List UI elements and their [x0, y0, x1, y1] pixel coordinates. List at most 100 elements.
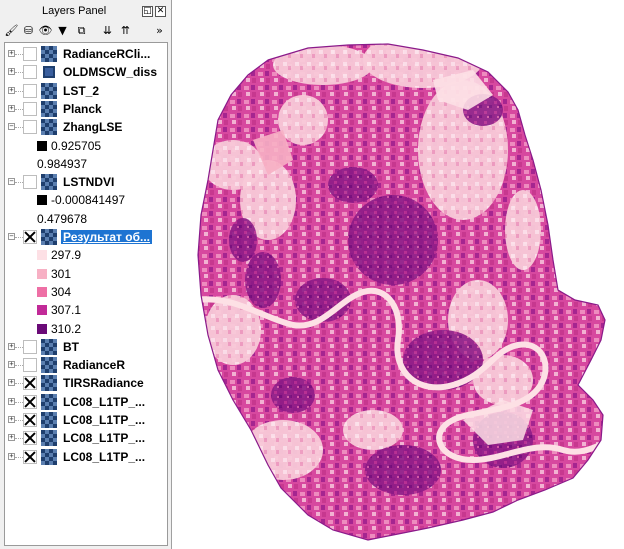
layer-name[interactable]: LC08_L1TP_...: [63, 431, 145, 445]
expand-toggle-icon[interactable]: +: [8, 397, 15, 405]
layer-visibility-checkbox[interactable]: [23, 339, 37, 354]
layer-visibility-checkbox[interactable]: [23, 175, 37, 190]
layer-name[interactable]: BT: [63, 340, 79, 354]
filter-legend-icon[interactable]: ⧉: [74, 23, 89, 38]
hot-area: [365, 445, 441, 495]
layer-visibility-checkbox[interactable]: [23, 394, 37, 409]
legend-item: -0.000841497: [5, 191, 167, 209]
layer-name[interactable]: RadianceRCli...: [63, 47, 150, 61]
expand-toggle-icon[interactable]: +: [8, 379, 15, 387]
layer-visibility-checkbox[interactable]: [23, 449, 37, 464]
layer-visibility-checkbox[interactable]: [23, 65, 37, 80]
more-icon[interactable]: »: [152, 23, 167, 38]
legend-swatch: [37, 195, 47, 206]
legend-item: 0.479678: [5, 210, 167, 228]
raster-layer-icon: [41, 393, 57, 410]
layer-visibility-checkbox[interactable]: [23, 431, 37, 446]
collapse-all-icon[interactable]: ⇈: [118, 23, 133, 38]
hot-area: [348, 195, 438, 285]
layer-name[interactable]: LSTNDVI: [63, 175, 114, 189]
layer-name[interactable]: RadianceR: [63, 358, 125, 372]
layer-name[interactable]: LC08_L1TP_...: [63, 450, 145, 464]
layer-name[interactable]: LST_2: [63, 84, 99, 98]
raster-layer-icon: [41, 229, 57, 245]
raster-layer-icon: [41, 119, 57, 136]
expand-all-icon[interactable]: ⇊: [100, 23, 115, 38]
layer-visibility-checkbox[interactable]: [23, 83, 37, 98]
expand-toggle-icon[interactable]: +: [8, 452, 15, 460]
layer-name[interactable]: LC08_L1TP_...: [63, 395, 145, 409]
legend-swatch: [37, 250, 47, 261]
cool-area: [203, 140, 263, 190]
layer-tree[interactable]: + RadianceRCli... + OLDMSCW_diss + LST_2 + Plan…: [4, 42, 168, 546]
legend-item: 304: [5, 283, 167, 301]
layer-row[interactable]: + OLDMSCW_diss: [5, 63, 167, 81]
layer-name[interactable]: Результат об...: [61, 230, 153, 244]
layer-visibility-checkbox[interactable]: [23, 120, 37, 135]
layer-visibility-checkbox[interactable]: [23, 358, 37, 373]
paint-brush-icon[interactable]: 🖌: [4, 23, 19, 38]
legend-label: 304: [51, 284, 72, 299]
legend-item: 0.925705: [5, 137, 167, 155]
layer-row[interactable]: + TIRSRadiance: [5, 374, 167, 392]
expand-toggle-icon[interactable]: +: [8, 361, 15, 369]
expand-toggle-icon[interactable]: +: [8, 416, 15, 423]
layer-visibility-checkbox[interactable]: [23, 101, 37, 116]
layers-toolbar: 🖌 ⛁ 👁 ▼ ⧉ ⇊ ⇈ »: [4, 22, 169, 40]
layer-visibility-checkbox[interactable]: [23, 47, 37, 61]
expand-toggle-icon[interactable]: +: [8, 50, 15, 57]
expand-toggle-icon[interactable]: +: [8, 434, 15, 442]
layer-row[interactable]: + RadianceR: [5, 356, 167, 374]
panel-title-bar: Layers Panel ◱ ✕: [0, 2, 172, 20]
layer-row[interactable]: − LSTNDVI: [5, 173, 167, 191]
layer-visibility-checkbox[interactable]: [23, 230, 37, 244]
layer-row[interactable]: − ZhangLSE: [5, 118, 167, 136]
layer-name[interactable]: TIRSRadiance: [63, 376, 144, 390]
layer-row[interactable]: + LC08_L1TP_...: [5, 411, 167, 429]
raster-layer-icon: [41, 338, 57, 355]
raster-layer-icon: [41, 357, 57, 374]
visibility-eye-icon[interactable]: 👁: [38, 23, 53, 38]
layer-visibility-checkbox[interactable]: [23, 376, 37, 391]
layer-name[interactable]: ZhangLSE: [63, 120, 122, 134]
layer-row[interactable]: − Результат об...: [5, 228, 167, 246]
cool-area: [505, 190, 541, 270]
close-panel-button[interactable]: ✕: [155, 6, 166, 17]
raster-layer-icon: [41, 46, 57, 62]
layers-panel: Layers Panel ◱ ✕ 🖌 ⛁ 👁 ▼ ⧉ ⇊ ⇈ » + RadianceRCli.…: [0, 0, 172, 549]
filter-icon[interactable]: ▼: [55, 23, 70, 38]
float-panel-button[interactable]: ◱: [142, 6, 153, 17]
vector-layer-icon: [43, 66, 55, 79]
lst-raster-map: [197, 43, 606, 541]
raster-layer-icon: [41, 430, 57, 447]
expand-toggle-icon[interactable]: +: [8, 86, 15, 94]
expand-toggle-icon[interactable]: −: [8, 178, 15, 186]
layer-row[interactable]: + LC08_L1TP_...: [5, 448, 167, 466]
layer-row[interactable]: + Planck: [5, 100, 167, 118]
legend-label: 0.984937: [37, 156, 88, 171]
layer-name[interactable]: LC08_L1TP_...: [63, 413, 145, 427]
legend-swatch: [37, 323, 47, 334]
legend-label: 307.1: [51, 303, 82, 318]
legend-label: 310.2: [51, 321, 82, 336]
layer-row[interactable]: + LC08_L1TP_...: [5, 429, 167, 447]
layer-visibility-checkbox[interactable]: [23, 413, 37, 427]
expand-toggle-icon[interactable]: +: [8, 68, 15, 76]
raster-layer-icon: [41, 375, 57, 392]
tree-connector: [15, 438, 23, 440]
layer-row[interactable]: + BT: [5, 338, 167, 356]
expand-toggle-icon[interactable]: +: [8, 104, 15, 112]
layer-row[interactable]: + RadianceRCli...: [5, 45, 167, 63]
add-group-icon[interactable]: ⛁: [21, 23, 36, 38]
legend-label: -0.000841497: [51, 193, 126, 208]
tree-connector: [15, 127, 23, 129]
expand-toggle-icon[interactable]: +: [8, 342, 15, 350]
map-canvas[interactable]: [173, 0, 624, 549]
expand-toggle-icon[interactable]: −: [8, 123, 15, 131]
layer-row[interactable]: + LST_2: [5, 82, 167, 100]
layer-name[interactable]: Planck: [63, 102, 102, 116]
expand-toggle-icon[interactable]: −: [8, 233, 15, 240]
layer-name[interactable]: OLDMSCW_diss: [63, 65, 157, 79]
layer-row[interactable]: + LC08_L1TP_...: [5, 393, 167, 411]
legend-swatch: [37, 305, 47, 316]
